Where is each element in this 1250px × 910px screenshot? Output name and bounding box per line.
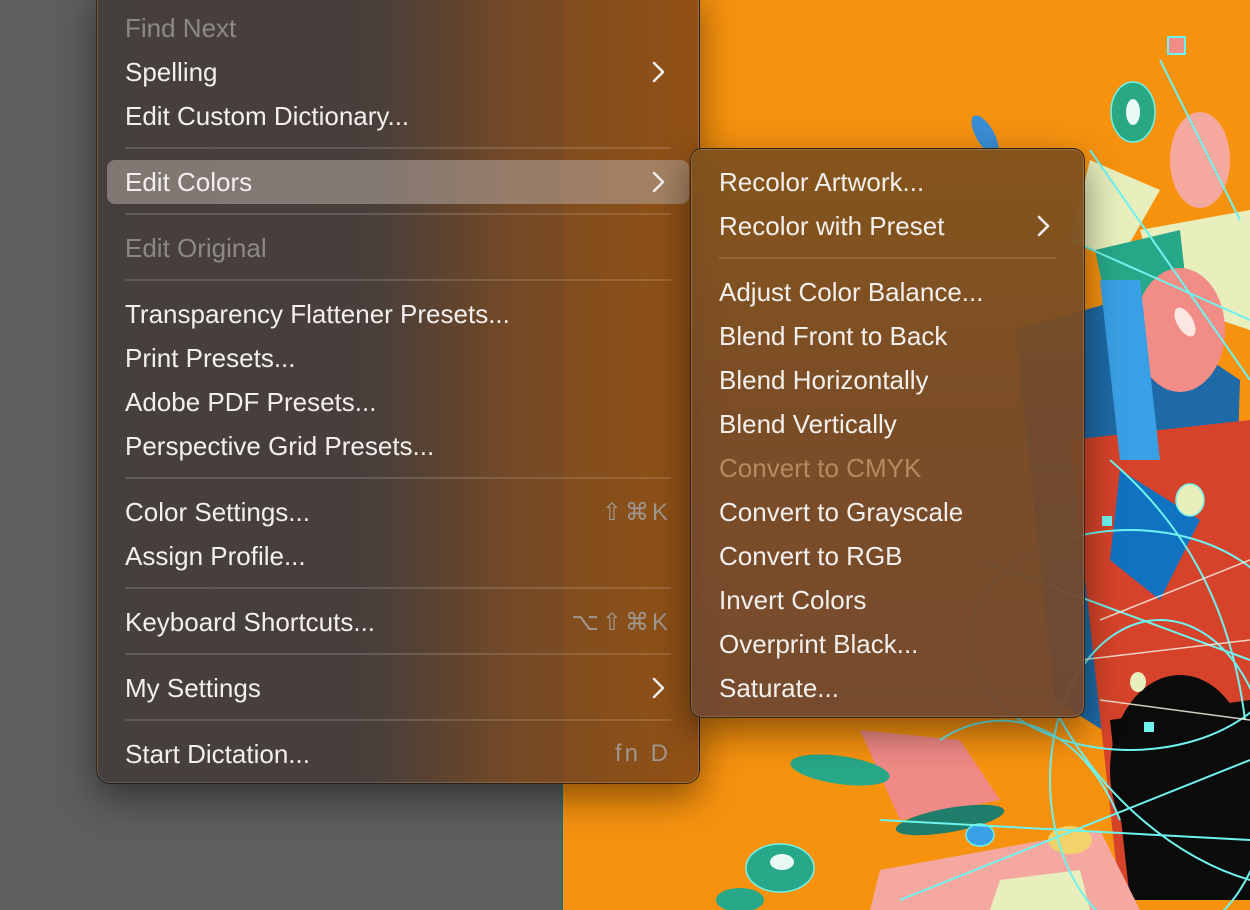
menu-item-recolor-with-preset[interactable]: Recolor with Preset	[701, 204, 1074, 248]
menu-item-label: Recolor Artwork...	[719, 166, 925, 197]
menu-item-label: My Settings	[125, 672, 261, 703]
menu-item-label: Blend Front to Back	[719, 320, 948, 351]
menu-separator	[125, 587, 671, 589]
menu-item-label: Edit Original	[125, 232, 267, 263]
menu-item-convert-to-rgb[interactable]: Convert to RGB	[701, 534, 1074, 578]
chevron-right-icon	[652, 171, 665, 193]
menu-item-label: Transparency Flattener Presets...	[125, 298, 510, 329]
menu-separator	[719, 257, 1056, 259]
chevron-right-icon	[652, 677, 665, 699]
menu-item-color-settings[interactable]: Color Settings... ⇧⌘K	[107, 490, 689, 534]
menu-item-label: Blend Vertically	[719, 408, 897, 439]
menu-item-label: Start Dictation...	[125, 738, 310, 769]
menu-item-keyboard-shortcuts[interactable]: Keyboard Shortcuts... ⌥⇧⌘K	[107, 600, 689, 644]
menu-item-label: Find Next	[125, 12, 237, 43]
menu-separator	[125, 147, 671, 149]
menu-item-label: Edit Custom Dictionary...	[125, 100, 410, 131]
menu-item-transparency-flattener-presets[interactable]: Transparency Flattener Presets...	[107, 292, 689, 336]
menu-item-label: Print Presets...	[125, 342, 296, 373]
menu-item-label: Convert to RGB	[719, 540, 903, 571]
menu-item-adobe-pdf-presets[interactable]: Adobe PDF Presets...	[107, 380, 689, 424]
menu-item-label: Overprint Black...	[719, 628, 919, 659]
keyboard-shortcut: fn D	[614, 740, 671, 767]
menu-item-label: Assign Profile...	[125, 540, 306, 571]
menu-item-blend-horizontally[interactable]: Blend Horizontally	[701, 358, 1074, 402]
menu-separator	[125, 279, 671, 281]
menu-item-label: Spelling	[125, 56, 218, 87]
menu-item-spelling[interactable]: Spelling	[107, 50, 689, 94]
menu-item-adjust-color-balance[interactable]: Adjust Color Balance...	[701, 270, 1074, 314]
menu-item-convert-to-grayscale[interactable]: Convert to Grayscale	[701, 490, 1074, 534]
menu-item-print-presets[interactable]: Print Presets...	[107, 336, 689, 380]
menu-item-perspective-grid-presets[interactable]: Perspective Grid Presets...	[107, 424, 689, 468]
chevron-right-icon	[1037, 215, 1050, 237]
menu-item-edit-original: Edit Original	[107, 226, 689, 270]
menu-item-edit-custom-dictionary[interactable]: Edit Custom Dictionary...	[107, 94, 689, 138]
menu-item-label: Invert Colors	[719, 584, 867, 615]
menu-item-blend-vertically[interactable]: Blend Vertically	[701, 402, 1074, 446]
menu-item-find-next: Find Next	[107, 6, 689, 50]
edit-menu: Find Next Spelling Edit Custom Dictionar…	[96, 0, 700, 784]
menu-item-label: Convert to Grayscale	[719, 496, 964, 527]
chevron-right-icon	[652, 61, 665, 83]
menu-item-label: Saturate...	[719, 672, 839, 703]
menu-item-label: Color Settings...	[125, 496, 310, 527]
menu-item-label: Recolor with Preset	[719, 210, 945, 241]
menu-item-label: Convert to CMYK	[719, 452, 922, 483]
menu-item-blend-front-to-back[interactable]: Blend Front to Back	[701, 314, 1074, 358]
menu-item-label: Adobe PDF Presets...	[125, 386, 377, 417]
menu-item-label: Blend Horizontally	[719, 364, 929, 395]
menu-separator	[125, 653, 671, 655]
menu-item-my-settings[interactable]: My Settings	[107, 666, 689, 710]
menu-item-overprint-black[interactable]: Overprint Black...	[701, 622, 1074, 666]
menu-item-edit-colors[interactable]: Edit Colors	[107, 160, 689, 204]
edit-colors-submenu: Recolor Artwork... Recolor with Preset A…	[690, 148, 1085, 718]
menu-separator	[125, 477, 671, 479]
menu-item-assign-profile[interactable]: Assign Profile...	[107, 534, 689, 578]
menu-separator	[125, 719, 671, 721]
keyboard-shortcut: ⌥⇧⌘K	[571, 608, 671, 636]
menu-item-label: Perspective Grid Presets...	[125, 430, 435, 461]
menu-item-convert-to-cmyk: Convert to CMYK	[701, 446, 1074, 490]
keyboard-shortcut: ⇧⌘K	[601, 498, 671, 526]
menu-item-recolor-artwork[interactable]: Recolor Artwork...	[701, 160, 1074, 204]
menu-item-invert-colors[interactable]: Invert Colors	[701, 578, 1074, 622]
menu-item-saturate[interactable]: Saturate...	[701, 666, 1074, 710]
menu-item-label: Keyboard Shortcuts...	[125, 606, 376, 637]
menu-item-label: Adjust Color Balance...	[719, 276, 984, 307]
menu-separator	[125, 213, 671, 215]
menu-item-label: Edit Colors	[125, 166, 253, 197]
menu-item-start-dictation[interactable]: Start Dictation... fn D	[107, 732, 689, 776]
